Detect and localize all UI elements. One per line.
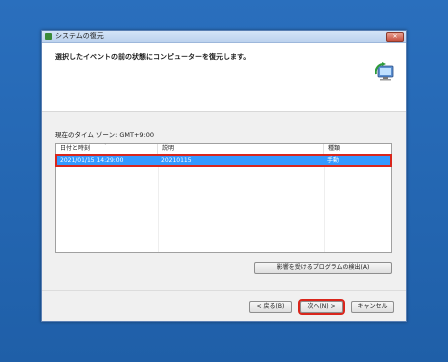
cancel-button[interactable]: キャンセル [351, 301, 394, 313]
close-button[interactable]: ✕ [386, 32, 404, 42]
table-row-selected[interactable]: 2021/01/15 14:29:00 20210115 手動 [55, 154, 392, 167]
column-divider [324, 154, 325, 252]
instruction-text: 選択したイベントの前の状態にコンピューターを復元します。 [55, 53, 251, 61]
column-divider [158, 154, 159, 252]
window-title: システムの復元 [55, 32, 104, 40]
detect-affected-programs-button[interactable]: 影響を受けるプログラムの検出(A) [254, 262, 392, 274]
system-restore-title-icon [45, 33, 52, 40]
sort-indicator-icon: ˇ [104, 144, 107, 150]
cell-type: 手動 [327, 157, 340, 164]
footer-divider [42, 290, 406, 291]
back-button[interactable]: < 戻る(B) [249, 301, 292, 313]
title-bar[interactable]: システムの復元 ✕ [42, 31, 406, 43]
system-restore-icon [375, 62, 394, 81]
column-header-type[interactable]: 種類 [324, 144, 391, 154]
list-header: 日付と時刻 ˇ 説明 種類 [56, 144, 391, 155]
restore-point-list[interactable]: 日付と時刻 ˇ 説明 種類 2021/01/15 14:29:00 202101… [55, 143, 392, 253]
next-button[interactable]: 次へ(N) > [298, 299, 345, 315]
column-header-description[interactable]: 説明 [158, 144, 324, 154]
cell-description: 20210115 [161, 157, 192, 164]
system-restore-window: システムの復元 ✕ 選択したイベントの前の状態にコンピューターを復元します。 現… [41, 30, 407, 322]
cell-date: 2021/01/15 14:29:00 [60, 157, 124, 164]
column-header-date[interactable]: 日付と時刻 ˇ [56, 144, 158, 154]
timezone-label: 現在のタイム ゾーン: GMT+9:00 [55, 131, 155, 139]
